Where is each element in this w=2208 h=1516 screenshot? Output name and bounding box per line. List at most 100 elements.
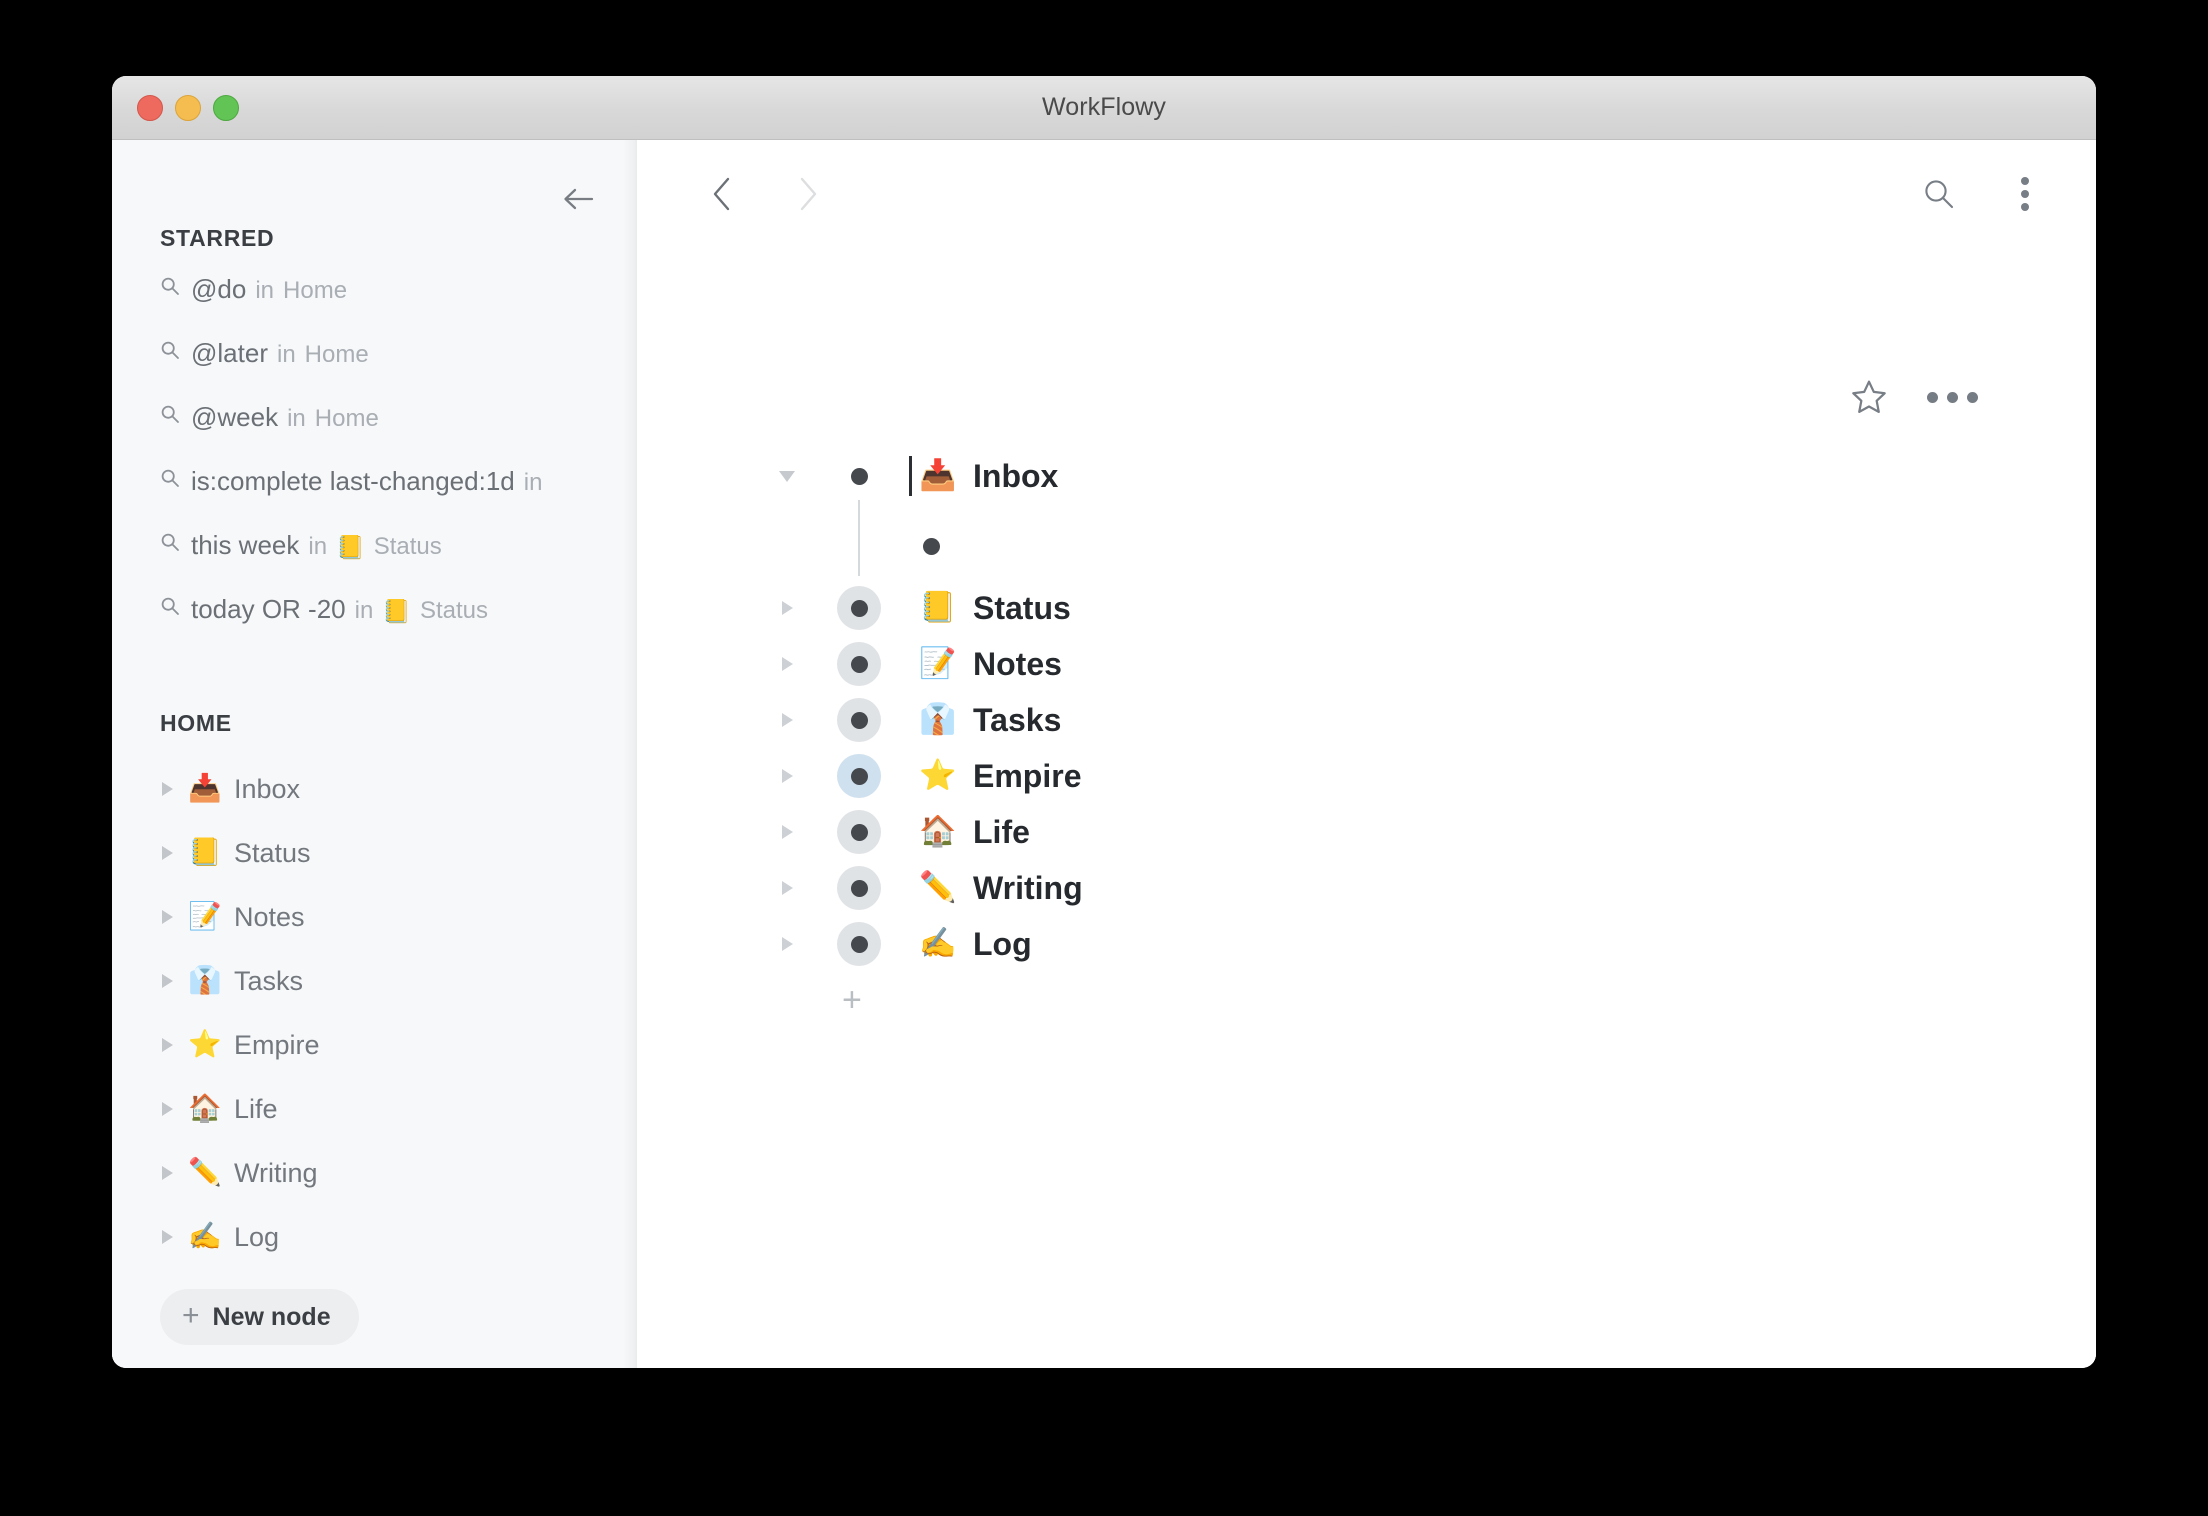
outline-bullet[interactable] — [909, 524, 953, 568]
outline-row-child-empty[interactable] — [637, 500, 2096, 580]
sidebar-item-label: Log — [234, 1221, 280, 1252]
caret-right-icon[interactable] — [156, 1102, 178, 1116]
home-heading: HOME — [160, 710, 232, 736]
outline-row-status[interactable]: 📒 Status — [637, 580, 2096, 636]
outline-row-writing[interactable]: ✏️ Writing — [637, 860, 2096, 916]
search-icon — [160, 404, 180, 429]
starred-in-label: in — [308, 533, 328, 560]
outline-bullet[interactable] — [837, 642, 881, 686]
minimize-button[interactable] — [175, 94, 201, 121]
starred-item-do[interactable]: @do in Home — [112, 274, 637, 338]
outline-row-log[interactable]: ✍️ Log — [637, 916, 2096, 972]
sidebar-item-label: Empire — [234, 1029, 320, 1060]
outline-bullet[interactable] — [837, 922, 881, 966]
outline-row-empire[interactable]: ⭐ Empire — [637, 748, 2096, 804]
search-button[interactable] — [1915, 170, 1963, 218]
caret-right-icon[interactable] — [775, 932, 799, 956]
caret-right-icon[interactable] — [156, 1166, 178, 1180]
navigate-forward-button[interactable] — [785, 171, 831, 217]
caret-right-icon[interactable] — [156, 1038, 178, 1052]
memo-icon: 📝 — [188, 901, 222, 931]
sidebar-item-label: Status — [234, 837, 311, 868]
memo-icon: 📝 — [919, 647, 957, 680]
plus-icon: + — [842, 981, 862, 1019]
sidebar-item-life[interactable]: 🏠 Life — [112, 1077, 637, 1141]
close-button[interactable] — [137, 94, 163, 121]
outline-row-label: Inbox — [973, 457, 1059, 494]
search-icon — [160, 596, 180, 621]
outline-row-tasks[interactable]: 👔 Tasks — [637, 692, 2096, 748]
text-cursor — [909, 456, 912, 496]
sidebar-item-inbox[interactable]: 📥 Inbox — [112, 757, 637, 821]
outline-row-label: Tasks — [973, 701, 1062, 738]
starred-item-week[interactable]: @week in Home — [112, 402, 637, 466]
plus-icon: + — [182, 1299, 200, 1332]
starred-query: @week — [191, 402, 279, 432]
caret-right-icon[interactable] — [775, 596, 799, 620]
outline-row-label: Status — [973, 589, 1071, 626]
zoom-button[interactable] — [213, 94, 239, 121]
starred-scope: Status — [373, 533, 442, 560]
caret-right-icon[interactable] — [775, 652, 799, 676]
star-icon: ⭐ — [919, 759, 957, 792]
star-icon: ⭐ — [188, 1029, 222, 1059]
caret-down-icon[interactable] — [775, 464, 799, 488]
starred-item-this-week[interactable]: this week in 📒 Status — [112, 530, 637, 594]
outline-bullet[interactable] — [837, 698, 881, 742]
writing-hand-icon: ✍️ — [188, 1221, 222, 1251]
outline-row-label: Notes — [973, 645, 1062, 682]
caret-right-icon[interactable] — [156, 910, 178, 924]
notebook-icon: 📒 — [188, 837, 222, 867]
outline-bullet[interactable] — [837, 810, 881, 854]
main-menu-button[interactable] — [2001, 170, 2049, 218]
sidebar-item-empire[interactable]: ⭐ Empire — [112, 1013, 637, 1077]
outline-bullet[interactable] — [837, 586, 881, 630]
sidebar: STARRED @do in Home @later in Home @week… — [112, 140, 637, 1368]
outline-bullet[interactable] — [837, 866, 881, 910]
outline-row-life[interactable]: 🏠 Life — [637, 804, 2096, 860]
star-document-button[interactable] — [1849, 377, 1889, 417]
necktie-icon: 👔 — [919, 703, 957, 736]
starred-item-later[interactable]: @later in Home — [112, 338, 637, 402]
notebook-icon: 📒 — [336, 534, 365, 560]
sidebar-item-log[interactable]: ✍️ Log — [112, 1205, 637, 1269]
starred-item-today-or[interactable]: today OR -20 in 📒 Status — [112, 594, 637, 658]
sidebar-item-tasks[interactable]: 👔 Tasks — [112, 949, 637, 1013]
pencil-icon: ✏️ — [188, 1157, 222, 1187]
sidebar-item-status[interactable]: 📒 Status — [112, 821, 637, 885]
navigate-back-button[interactable] — [699, 171, 745, 217]
home-section: HOME 📥 Inbox 📒 Status 📝 Notes 👔 Tasks ⭐ … — [112, 710, 637, 1345]
caret-right-icon[interactable] — [156, 974, 178, 988]
new-node-button[interactable]: + New node — [160, 1289, 359, 1345]
sidebar-item-writing[interactable]: ✏️ Writing — [112, 1141, 637, 1205]
outline-add-row[interactable]: + — [637, 972, 2096, 1028]
starred-list: @do in Home @later in Home @week in Home… — [112, 274, 637, 658]
caret-right-icon[interactable] — [775, 820, 799, 844]
caret-right-icon[interactable] — [775, 876, 799, 900]
outline-bullet[interactable] — [837, 754, 881, 798]
starred-in-label: in — [287, 405, 306, 432]
kebab-menu-icon — [2021, 177, 2029, 211]
caret-right-icon[interactable] — [775, 708, 799, 732]
outline-bullet[interactable] — [837, 454, 881, 498]
starred-in-label: in — [354, 597, 374, 624]
starred-query: is:complete last-changed:1d — [191, 466, 515, 496]
document-more-button[interactable] — [1927, 391, 1978, 403]
pencil-icon: ✏️ — [919, 871, 957, 904]
caret-right-icon[interactable] — [156, 846, 178, 860]
caret-right-icon[interactable] — [156, 782, 178, 796]
outline-row-inbox[interactable]: 📥 Inbox — [637, 440, 2096, 512]
starred-item-is-complete[interactable]: is:complete last-changed:1d in — [112, 466, 637, 530]
starred-in-label: in — [523, 469, 543, 496]
search-icon — [160, 468, 180, 493]
sidebar-item-notes[interactable]: 📝 Notes — [112, 885, 637, 949]
search-icon — [160, 532, 180, 557]
caret-right-icon[interactable] — [775, 764, 799, 788]
notebook-icon: 📒 — [919, 591, 957, 624]
sidebar-collapse-button[interactable] — [559, 179, 599, 219]
outline-list: 📥 Inbox 📒 Status 📝 Notes 👔 Tasks ⭐ Empir… — [637, 440, 2096, 1028]
main-toolbar — [637, 140, 2096, 236]
outline-row-notes[interactable]: 📝 Notes — [637, 636, 2096, 692]
caret-right-icon[interactable] — [156, 1230, 178, 1244]
house-icon: 🏠 — [919, 815, 957, 848]
